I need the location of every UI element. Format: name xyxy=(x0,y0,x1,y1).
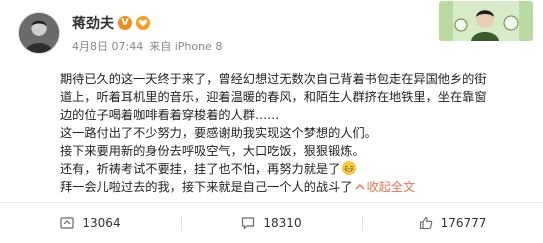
post-date[interactable]: 4月8日 07:44 xyxy=(72,38,143,54)
content-line-with-emoji: 还有，祈祷考试不要挂，挂了也不怕，再努力就是了 xyxy=(60,160,522,178)
like-count: 176777 xyxy=(440,216,487,230)
content-line: 期待已久的这一天终于来了，曾经幻想过无数次自己背着书包走在异国他乡的街 xyxy=(60,72,487,86)
content-line: 这一路付出了不少努力，要感谢助我实现这个梦想的人们。 xyxy=(60,126,377,140)
like-button[interactable]: 176777 xyxy=(362,203,543,243)
forward-icon xyxy=(60,217,75,229)
forward-count: 13064 xyxy=(82,216,121,230)
heart-badge-icon xyxy=(136,16,150,30)
forward-button[interactable]: 13064 xyxy=(0,203,181,243)
post-meta: 4月8日 07:44 来自 iPhone 8 xyxy=(72,38,222,54)
post-header: 蒋劲夫 V xyxy=(72,13,150,33)
content-line: 边的位子喝着咖啡看着穿梭着的人群…… xyxy=(60,108,280,122)
avatar-image xyxy=(19,13,59,53)
content-line: 还有，祈祷考试不要挂，挂了也不怕，再努力就是了 xyxy=(60,162,341,176)
content-line: 拜一会儿啦过去的我，接下来就是自己一个人的战斗了 xyxy=(60,180,353,194)
weibo-post: 蒋劲夫 V 4月8日 07:44 来自 iPhone 8 期待已久的这一天终于来… xyxy=(0,0,543,243)
grin-emoji-icon xyxy=(342,161,357,175)
post-content: 期待已久的这一天终于来了，曾经幻想过无数次自己背着书包走在异国他乡的街 道上，听… xyxy=(60,70,522,196)
comment-icon xyxy=(242,217,255,230)
collapse-full-text-link[interactable]: 收起全文 xyxy=(355,179,416,194)
content-line-with-collapse: 拜一会儿啦过去的我，接下来就是自己一个人的战斗了 收起全文 xyxy=(60,178,522,196)
verified-v-icon: V xyxy=(118,16,132,30)
post-source: 来自 iPhone 8 xyxy=(149,40,223,53)
content-line: 接下来要用新的身份去呼吸空气，大口吃饭，狠狠锻炼。 xyxy=(60,144,365,158)
collapse-label: 收起全文 xyxy=(366,180,416,194)
thumbs-up-icon xyxy=(419,216,432,230)
comment-button[interactable]: 18310 xyxy=(181,203,362,243)
author-name[interactable]: 蒋劲夫 xyxy=(72,13,114,33)
comment-count: 18310 xyxy=(263,216,302,230)
cover-photo xyxy=(439,1,533,41)
content-line: 道上，听着耳机里的音乐，迎着温暖的春风，和陌生人群挤在地铁里，坐在靠窗 xyxy=(60,90,487,104)
action-bar: 13064 18310 176777 xyxy=(0,203,543,243)
collapse-arrow-icon xyxy=(355,179,365,190)
avatar[interactable] xyxy=(18,12,60,54)
